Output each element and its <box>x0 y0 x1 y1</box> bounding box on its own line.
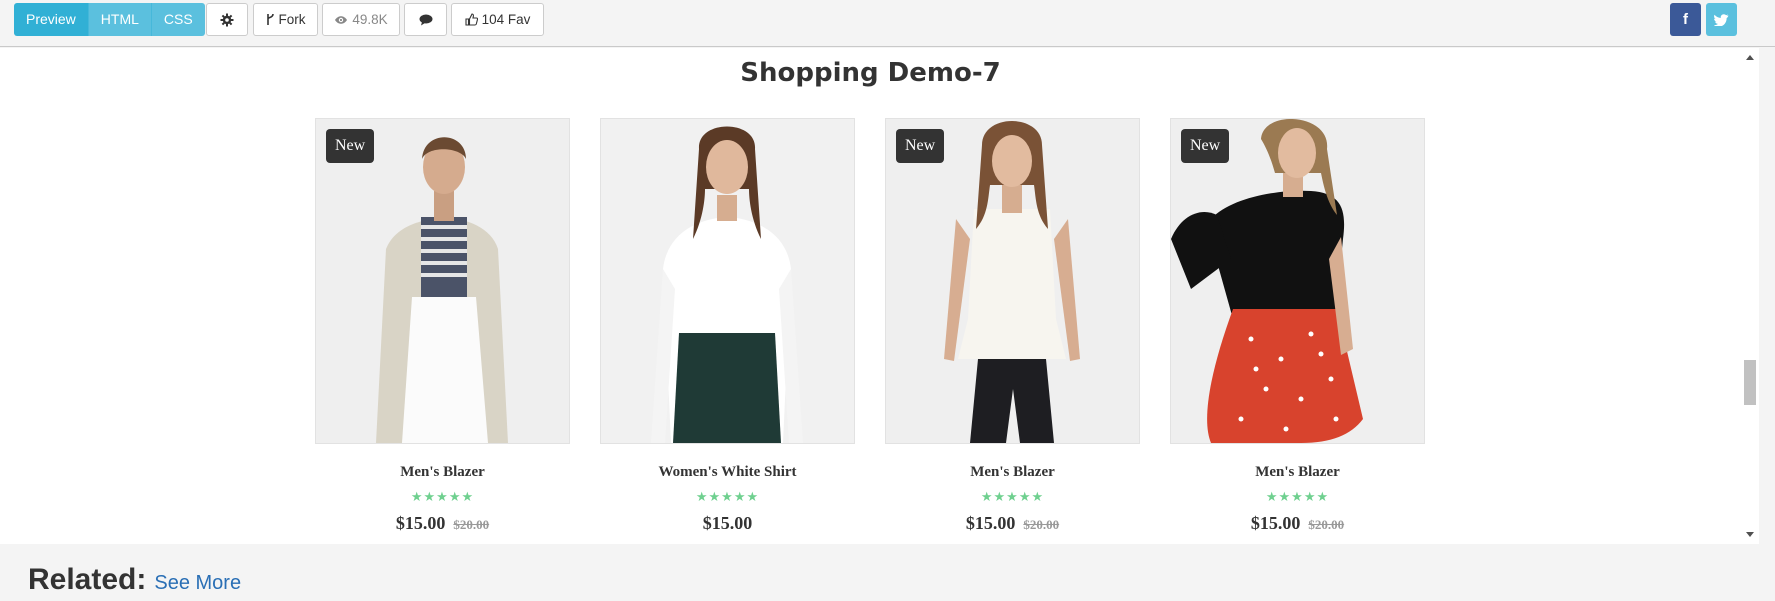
fork-button[interactable]: Fork <box>253 3 318 36</box>
product-name[interactable]: Men's Blazer <box>1170 464 1425 481</box>
product-name[interactable]: Women's White Shirt <box>600 464 855 481</box>
thumbs-up-icon <box>465 13 478 26</box>
product-price: $15.00 $20.00 <box>1170 513 1425 534</box>
current-price: $15.00 <box>1250 513 1301 533</box>
fav-label: 104 Fav <box>481 12 531 27</box>
related-section: Related: See More <box>28 563 241 597</box>
preview-scrollbar[interactable] <box>1741 48 1759 544</box>
views-count: 49.8K <box>352 12 388 27</box>
gear-icon <box>220 13 234 26</box>
scroll-up-arrow[interactable] <box>1746 55 1754 60</box>
star-rating: ★★★★★ <box>695 489 760 504</box>
star-rating: ★★★★★ <box>1265 489 1330 504</box>
old-price: $20.00 <box>1023 517 1060 532</box>
settings-button[interactable] <box>206 3 248 36</box>
facebook-share-button[interactable]: f <box>1670 3 1701 36</box>
related-heading: Related: <box>28 563 147 596</box>
preview-frame: Shopping Demo-7 New Men's Blazer ★★★★★ $… <box>0 48 1759 544</box>
product-card[interactable]: New Men's Blazer ★★★★★ $15.00 $20.00 <box>885 118 1140 534</box>
twitter-icon <box>1714 13 1729 26</box>
fork-icon <box>266 13 274 25</box>
product-price: $15.00 $20.00 <box>315 513 570 534</box>
product-price: $15.00 <box>600 513 855 534</box>
current-price: $15.00 <box>702 513 753 533</box>
views-counter: 49.8K <box>322 3 400 36</box>
new-badge: New <box>896 129 945 163</box>
product-image[interactable]: New <box>1170 118 1425 444</box>
see-more-link[interactable]: See More <box>154 572 241 595</box>
facebook-icon: f <box>1683 11 1688 28</box>
fork-label: Fork <box>278 12 306 27</box>
comments-button[interactable] <box>404 3 447 36</box>
fav-button[interactable]: 104 Fav <box>451 3 544 36</box>
product-image[interactable]: New <box>315 118 570 444</box>
page-title: Shopping Demo-7 <box>740 58 1001 88</box>
tab-css[interactable]: CSS <box>151 3 205 36</box>
product-name[interactable]: Men's Blazer <box>885 464 1140 481</box>
scrollbar-thumb[interactable] <box>1744 360 1756 405</box>
editor-toolbar: Preview HTML CSS Fork 49.8K 104 Fav f <box>0 0 1775 47</box>
twitter-share-button[interactable] <box>1706 3 1737 36</box>
product-card[interactable]: New Men's Blazer ★★★★★ $15.00 $20.00 <box>315 118 570 534</box>
current-price: $15.00 <box>395 513 446 533</box>
view-tabs: Preview HTML CSS <box>14 3 205 36</box>
old-price: $20.00 <box>1308 517 1345 532</box>
product-image[interactable] <box>600 118 855 444</box>
product-image[interactable]: New <box>885 118 1140 444</box>
product-card[interactable]: Women's White Shirt ★★★★★ $15.00 <box>600 118 855 534</box>
product-name[interactable]: Men's Blazer <box>315 464 570 481</box>
product-card[interactable]: New Men's Blazer ★★★★★ $15.00 $20.00 <box>1170 118 1425 534</box>
scroll-down-arrow[interactable] <box>1746 532 1754 537</box>
eye-icon <box>335 15 348 24</box>
old-price: $20.00 <box>453 517 490 532</box>
product-photo <box>316 119 569 443</box>
comment-icon <box>419 14 432 25</box>
new-badge: New <box>326 129 375 163</box>
product-photo <box>1171 119 1424 443</box>
product-photo <box>886 119 1139 443</box>
current-price: $15.00 <box>965 513 1016 533</box>
tab-preview[interactable]: Preview <box>14 3 89 36</box>
product-price: $15.00 $20.00 <box>885 513 1140 534</box>
new-badge: New <box>1181 129 1230 163</box>
star-rating: ★★★★★ <box>980 489 1045 504</box>
product-photo <box>601 119 854 443</box>
tab-html[interactable]: HTML <box>88 3 152 36</box>
star-rating: ★★★★★ <box>410 489 475 504</box>
